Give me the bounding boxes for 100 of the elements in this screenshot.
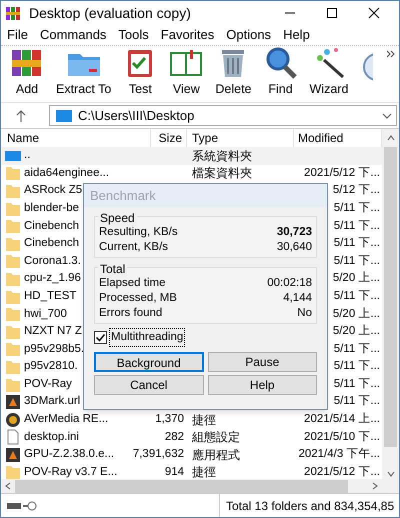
menu-item[interactable]: Options bbox=[226, 25, 272, 45]
file-name[interactable]: p95v2810. bbox=[24, 358, 78, 376]
key-icon bbox=[23, 500, 37, 510]
dialog-button[interactable]: Background bbox=[94, 352, 204, 372]
maximize-icon[interactable] bbox=[326, 7, 338, 19]
file-size: 914 bbox=[164, 464, 184, 479]
folder-icon bbox=[5, 324, 21, 340]
toolbar-button[interactable]: Test bbox=[118, 46, 162, 99]
dialog-button[interactable]: Cancel bbox=[94, 375, 204, 396]
file-name[interactable]: GPU-Z.2.38.0.e... bbox=[24, 446, 114, 464]
menu-item[interactable]: Commands bbox=[40, 25, 106, 45]
modified-date: 5/11 下... bbox=[334, 202, 380, 214]
file-name[interactable]: 3DMark.url bbox=[24, 393, 80, 411]
toolbar-button[interactable]: Delete bbox=[210, 46, 256, 99]
disc-icon bbox=[5, 412, 21, 428]
scroll-left-icon[interactable] bbox=[5, 482, 11, 490]
file-name[interactable]: ASRock Z5 bbox=[24, 182, 82, 200]
scroll-up-icon[interactable] bbox=[386, 135, 394, 141]
dialog-button[interactable]: Pause bbox=[208, 352, 317, 372]
checkbox-icon[interactable] bbox=[94, 331, 107, 344]
dialog-title: Benchmark bbox=[90, 186, 156, 205]
toolbar-button[interactable]: Find bbox=[258, 46, 302, 99]
horizontal-scrollbar[interactable] bbox=[1, 479, 382, 493]
modified-date: 2021/5/12 下... bbox=[304, 466, 380, 478]
partial-toolbar-icon[interactable] bbox=[361, 52, 374, 82]
folder-icon bbox=[5, 200, 21, 217]
chevron-icon[interactable] bbox=[387, 50, 395, 58]
modified-date: 5/11 下... bbox=[334, 220, 380, 232]
modified-date: 5/11 下... bbox=[334, 395, 380, 408]
file-type: 應用程式 bbox=[192, 448, 240, 462]
file-name[interactable]: .. bbox=[24, 147, 30, 164]
menu-item[interactable]: Tools bbox=[118, 25, 149, 45]
toolbar-button[interactable]: Wizard bbox=[304, 46, 354, 99]
file-icon bbox=[5, 429, 21, 446]
modified-date: 5/11 下... bbox=[334, 237, 380, 250]
folder-icon bbox=[5, 341, 21, 358]
folder-icon bbox=[5, 376, 21, 393]
scroll-thumb[interactable] bbox=[384, 147, 397, 447]
scroll-thumb[interactable] bbox=[15, 480, 348, 492]
multithreading-checkbox[interactable]: Multithreading bbox=[94, 328, 317, 348]
scroll-right-icon[interactable] bbox=[372, 482, 378, 490]
file-name[interactable]: aida64enginee... bbox=[24, 164, 110, 182]
modified-date: 5/11 下... bbox=[334, 254, 380, 267]
status-text: Total 13 folders and 834,354,85 bbox=[226, 498, 394, 514]
menu-item[interactable]: Help bbox=[283, 25, 310, 45]
close-icon[interactable] bbox=[368, 7, 380, 19]
stat-label: Current, KB/s bbox=[99, 240, 168, 255]
file-type: 系統資料夾 bbox=[192, 148, 252, 163]
vertical-scrollbar[interactable] bbox=[382, 129, 399, 493]
file-type: 檔案資料夾 bbox=[192, 166, 252, 180]
up-arrow-icon[interactable] bbox=[16, 110, 26, 122]
app-icon bbox=[5, 394, 21, 410]
folder-icon bbox=[5, 288, 21, 305]
folder-icon bbox=[5, 182, 21, 199]
modified-date: 5/11 下... bbox=[334, 360, 380, 372]
stat-value: 30,640 bbox=[276, 240, 312, 255]
folder-icon bbox=[5, 236, 21, 252]
address-field[interactable]: C:\Users\III\Desktop bbox=[49, 105, 397, 126]
menu-item[interactable]: File bbox=[7, 25, 28, 45]
stat-label: Resulting, KB/s bbox=[99, 224, 178, 240]
file-size: 282 bbox=[164, 430, 184, 445]
file-name[interactable]: HD_TEST bbox=[24, 288, 76, 306]
file-name[interactable]: AVerMedia RE... bbox=[24, 411, 108, 428]
folder-icon bbox=[5, 218, 21, 234]
modified-date: 2021/4/3 下午... bbox=[298, 448, 380, 460]
file-name[interactable]: POV-Ray bbox=[24, 376, 72, 394]
folder-icon bbox=[5, 358, 21, 375]
toolbar-button[interactable]: View bbox=[164, 46, 208, 99]
file-size: 1,370 bbox=[155, 412, 184, 428]
folder-icon bbox=[5, 165, 21, 182]
toolbar-button[interactable]: Add bbox=[5, 46, 49, 99]
toolbar-button[interactable]: Extract To bbox=[51, 46, 116, 99]
file-name[interactable]: cpu-z_1.96 bbox=[24, 270, 81, 288]
app-logo-icon bbox=[5, 5, 21, 21]
file-name[interactable]: Cinebench bbox=[24, 235, 79, 252]
stat-label: Processed, MB bbox=[99, 290, 177, 306]
file-name[interactable]: Corona1.3. bbox=[24, 252, 81, 270]
modified-date: 5/11 下... bbox=[334, 378, 380, 390]
modified-date: 5/12 下... bbox=[332, 184, 380, 196]
window-title: Desktop (evaluation copy) bbox=[29, 4, 191, 23]
modified-date: 2021/5/10 下... bbox=[304, 430, 380, 443]
file-name[interactable]: blender-be bbox=[24, 200, 79, 218]
modified-date: 2021/5/14 上... bbox=[304, 413, 380, 426]
folder-icon bbox=[5, 253, 21, 270]
menu-item[interactable]: Favorites bbox=[160, 25, 214, 45]
scroll-down-icon[interactable] bbox=[386, 471, 394, 477]
modified-date: 5/11 下... bbox=[334, 290, 380, 302]
dropdown-caret-icon[interactable] bbox=[382, 112, 392, 118]
stat-value: No bbox=[297, 306, 312, 321]
dialog-button[interactable]: Help bbox=[208, 375, 317, 396]
file-name[interactable]: hwi_700 bbox=[24, 306, 67, 323]
file-name[interactable]: NZXT N7 Z bbox=[24, 323, 82, 340]
file-name[interactable]: p95v298b5. bbox=[24, 340, 84, 358]
stat-value: 30,723 bbox=[276, 224, 312, 240]
file-size: 7,391,632 bbox=[132, 447, 184, 462]
file-name[interactable]: POV-Ray v3.7 E... bbox=[24, 464, 118, 479]
monitor-icon bbox=[56, 110, 72, 122]
stat-value: 4,144 bbox=[283, 290, 312, 306]
file-name[interactable]: desktop.ini bbox=[24, 428, 79, 446]
file-name[interactable]: Cinebench bbox=[24, 218, 79, 235]
